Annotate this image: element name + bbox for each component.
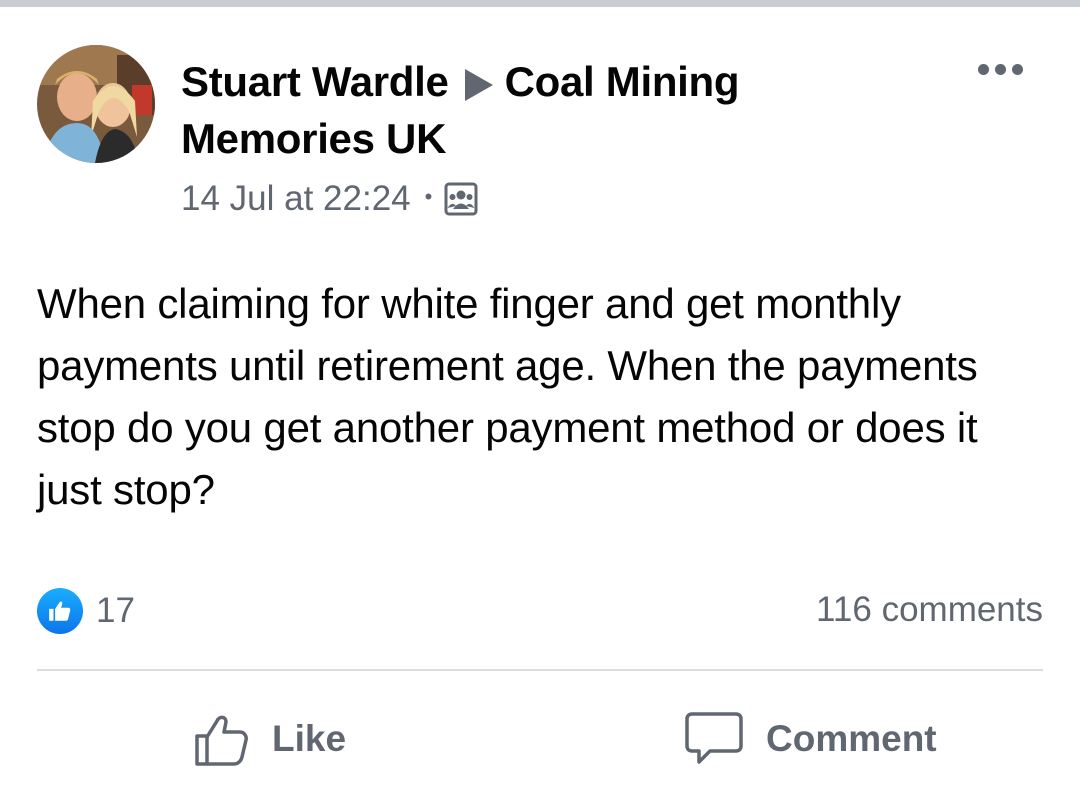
avatar[interactable] — [37, 45, 155, 163]
post-body-text: When claiming for white finger and get m… — [37, 280, 978, 513]
post-meta: 14 Jul at 22:24 • — [181, 179, 478, 219]
post-header: Stuart Wardle Coal Mining Memories UK — [181, 53, 881, 167]
reaction-count: 17 — [96, 591, 135, 630]
avatar-photo — [37, 45, 155, 163]
thumbs-up-icon — [192, 710, 250, 768]
speech-bubble-icon — [684, 710, 744, 768]
comments-count[interactable]: 116 comments — [816, 590, 1043, 630]
like-label: Like — [272, 718, 347, 759]
feed-post: Stuart Wardle Coal Mining Memories UK 14 … — [0, 7, 1080, 796]
reaction-summary[interactable]: 17 — [37, 588, 135, 634]
more-dot — [1011, 63, 1023, 75]
divider — [37, 669, 1043, 671]
more-dot — [977, 63, 989, 75]
more-options-icon[interactable] — [970, 57, 1030, 81]
post-timestamp[interactable]: 14 Jul at 22:24 — [181, 179, 411, 219]
group-members-icon — [444, 182, 478, 216]
like-reaction-icon — [37, 588, 83, 634]
comment-button[interactable]: Comment — [684, 704, 937, 774]
more-dot — [994, 63, 1006, 75]
author-name[interactable]: Stuart Wardle — [181, 58, 449, 105]
meta-separator: • — [424, 184, 433, 209]
comment-label: Comment — [766, 718, 937, 759]
top-separator-strip — [0, 0, 1080, 7]
post-title: Stuart Wardle Coal Mining Memories UK — [181, 53, 881, 167]
like-button[interactable]: Like — [192, 704, 346, 774]
shared-to-arrow-icon — [464, 69, 493, 101]
